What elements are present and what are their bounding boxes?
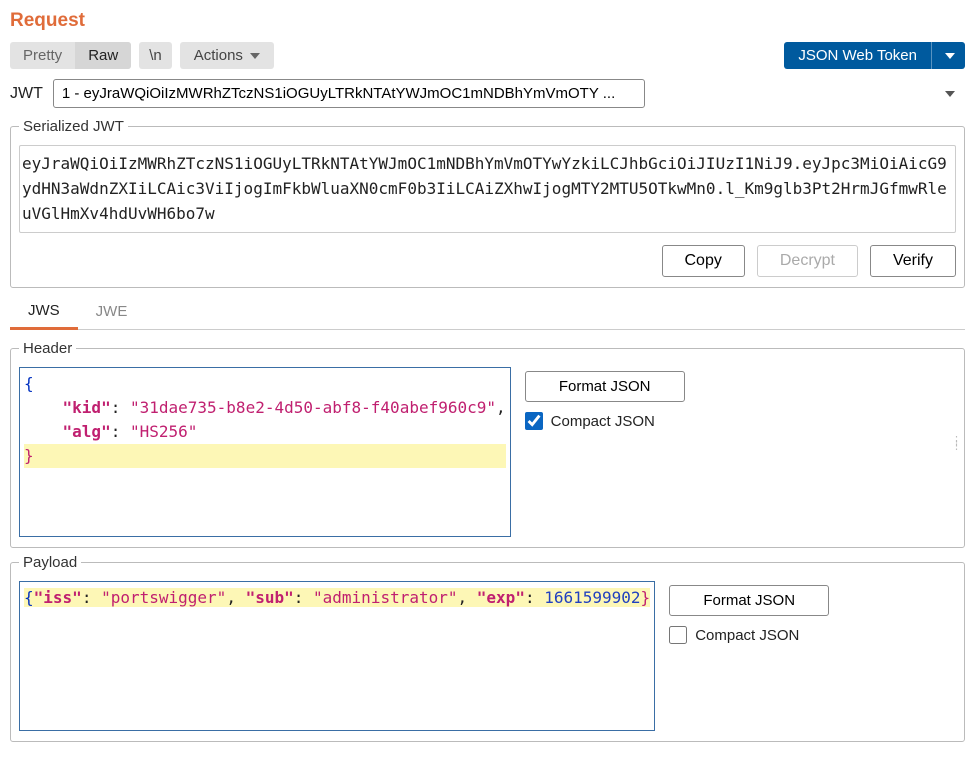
jwt-selector-row: JWT 1 - eyJraWQiOiIzMWRhZTczNS1iOGUyLTRk… xyxy=(10,79,965,108)
serialized-jwt-legend: Serialized JWT xyxy=(19,118,128,135)
tab-jwe[interactable]: JWE xyxy=(78,294,146,329)
payload-side-controls: Format JSON Compact JSON xyxy=(669,581,829,644)
jwt-field-label: JWT xyxy=(10,85,43,103)
header-side-controls: Format JSON Compact JSON xyxy=(525,367,685,430)
header-compact-json-checkbox[interactable]: Compact JSON xyxy=(525,412,685,430)
pretty-tab[interactable]: Pretty xyxy=(10,42,75,69)
copy-button[interactable]: Copy xyxy=(662,245,745,277)
chevron-down-icon xyxy=(250,53,260,59)
extension-button[interactable]: JSON Web Token xyxy=(784,42,931,69)
header-json-editor[interactable]: { "kid": "31dae735-b8e2-4d50-abf8-f40abe… xyxy=(19,367,511,537)
payload-compact-label: Compact JSON xyxy=(695,627,799,644)
header-legend: Header xyxy=(19,340,76,357)
view-toolbar: Pretty Raw \n Actions JSON Web Token xyxy=(10,42,965,69)
panel-title: Request xyxy=(10,10,965,32)
payload-compact-json-checkbox[interactable]: Compact JSON xyxy=(669,626,829,644)
extension-dropdown: JSON Web Token xyxy=(784,42,965,69)
actions-label: Actions xyxy=(194,47,243,64)
newline-toggle-button[interactable]: \n xyxy=(139,42,172,69)
payload-fieldset: Payload {"iss": "portswigger", "sub": "a… xyxy=(10,554,965,742)
payload-format-json-button[interactable]: Format JSON xyxy=(669,585,829,616)
actions-dropdown-button[interactable]: Actions xyxy=(180,42,274,69)
verify-button[interactable]: Verify xyxy=(870,245,956,277)
jws-jwe-tabs: JWS JWE xyxy=(10,294,965,330)
payload-compact-checkbox-input[interactable] xyxy=(669,626,687,644)
payload-json-editor[interactable]: {"iss": "portswigger", "sub": "administr… xyxy=(19,581,655,731)
header-fieldset: Header { "kid": "31dae735-b8e2-4d50-abf8… xyxy=(10,340,965,548)
chevron-down-icon xyxy=(945,53,955,59)
extension-caret-button[interactable] xyxy=(931,42,965,69)
tab-jws[interactable]: JWS xyxy=(10,294,78,330)
serialized-button-row: Copy Decrypt Verify xyxy=(19,245,956,277)
jwt-select[interactable]: 1 - eyJraWQiOiIzMWRhZTczNS1iOGUyLTRkNTAt… xyxy=(53,79,645,108)
header-compact-label: Compact JSON xyxy=(551,413,655,430)
serialized-jwt-text[interactable]: eyJraWQiOiIzMWRhZTczNS1iOGUyLTRkNTAtYWJm… xyxy=(19,145,956,233)
decrypt-button: Decrypt xyxy=(757,245,858,277)
header-format-json-button[interactable]: Format JSON xyxy=(525,371,685,402)
view-mode-group: Pretty Raw xyxy=(10,42,131,69)
raw-tab[interactable]: Raw xyxy=(75,42,131,69)
serialized-jwt-fieldset: Serialized JWT eyJraWQiOiIzMWRhZTczNS1iO… xyxy=(10,118,965,288)
resize-handle-icon[interactable]: ⋮⋮ xyxy=(951,439,963,449)
header-compact-checkbox-input[interactable] xyxy=(525,412,543,430)
payload-legend: Payload xyxy=(19,554,81,571)
